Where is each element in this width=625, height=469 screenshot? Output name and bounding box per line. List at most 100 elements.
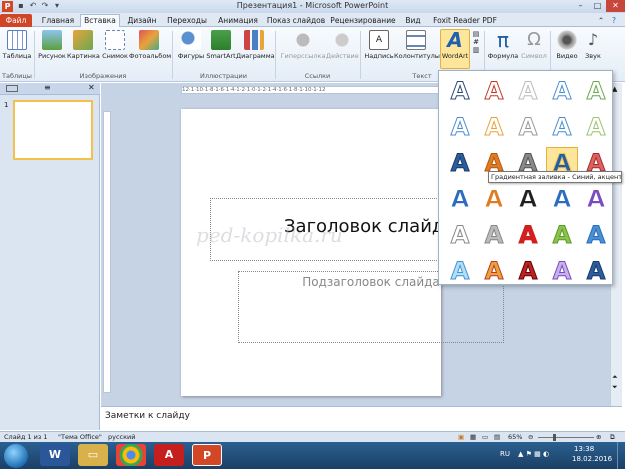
- slide-thumbnail[interactable]: [13, 100, 93, 160]
- audio-button[interactable]: ♪ Звук: [581, 30, 605, 68]
- help-icon[interactable]: ?: [608, 15, 620, 27]
- chart-button[interactable]: Диаграмма: [236, 30, 275, 68]
- wordart-style-18[interactable]: A: [513, 184, 543, 214]
- wordart-style-17[interactable]: A: [479, 184, 509, 214]
- shapes-button[interactable]: Фигуры: [176, 30, 206, 68]
- screenshot-icon: [105, 30, 125, 50]
- wordart-style-3[interactable]: A: [513, 76, 543, 106]
- tab-file[interactable]: Файл: [0, 14, 32, 27]
- maximize-button[interactable]: □: [589, 0, 606, 12]
- status-bar: Слайд 1 из 1 "Тема Office" русский ▣ ▦ ▭…: [0, 431, 625, 442]
- powerpoint-taskbar-icon[interactable]: P: [192, 444, 222, 466]
- minimize-ribbon-icon[interactable]: ⌃: [596, 15, 606, 27]
- wordart-button[interactable]: A WordArt: [440, 29, 470, 69]
- wordart-style-22[interactable]: A: [479, 220, 509, 250]
- ribbon-tabs: Файл Главная Вставка Дизайн Переходы Ани…: [0, 13, 625, 27]
- group-tables: Таблицы: [2, 72, 32, 80]
- wordart-style-6[interactable]: A: [445, 112, 475, 142]
- clipart-icon: [73, 30, 93, 50]
- slide[interactable]: Заголовок слайда Подзаголовок слайда: [181, 109, 504, 396]
- tab-design[interactable]: Дизайн: [124, 15, 160, 27]
- slides-panel-tabs: ≡ ✕: [0, 83, 100, 95]
- close-panel-icon[interactable]: ✕: [88, 83, 95, 92]
- title-bar: P ▪ ↶ ↷ ▾ Презентация1 - Microsoft Power…: [0, 0, 625, 13]
- wordart-style-1[interactable]: A: [445, 76, 475, 106]
- date-time-icon[interactable]: ▤ # ▥: [470, 30, 482, 68]
- wordart-style-11[interactable]: A: [445, 148, 475, 178]
- chart-icon: [244, 30, 264, 50]
- wordart-style-24[interactable]: A: [547, 220, 577, 250]
- outline-tab-icon[interactable]: ≡: [44, 83, 51, 92]
- tab-insert[interactable]: Вставка: [80, 14, 120, 27]
- horizontal-ruler: 12·1·10·1·8·1·6·1·4·1·2·1·0·1·2·1·4·1·6·…: [181, 86, 439, 94]
- minimize-button[interactable]: –: [572, 0, 589, 12]
- symbol-button[interactable]: Ω Символ: [520, 30, 548, 68]
- show-desktop-button[interactable]: [617, 442, 625, 469]
- clipart-button[interactable]: Картинка: [67, 30, 100, 68]
- group-illustrations: Иллюстрации: [200, 72, 247, 80]
- action-button[interactable]: Действие: [326, 30, 359, 68]
- hyperlink-button[interactable]: Гиперссылка: [280, 30, 326, 68]
- smartart-button[interactable]: SmartArt: [206, 30, 236, 68]
- wordart-style-29[interactable]: A: [547, 256, 577, 286]
- close-button[interactable]: ✕: [606, 0, 625, 12]
- window-title: Презентация1 - Microsoft PowerPoint: [236, 1, 389, 10]
- wordart-style-4[interactable]: A: [547, 76, 577, 106]
- equation-button[interactable]: π Формула: [487, 30, 519, 68]
- wordart-style-19[interactable]: A: [547, 184, 577, 214]
- wordart-style-10[interactable]: A: [581, 112, 611, 142]
- notes-pane[interactable]: Заметки к слайду: [101, 406, 622, 430]
- shapes-icon: [181, 30, 201, 50]
- tab-slideshow[interactable]: Показ слайдов: [266, 15, 326, 27]
- wordart-style-21[interactable]: A: [445, 220, 475, 250]
- word-taskbar-icon[interactable]: W: [40, 444, 70, 466]
- tray-icons[interactable]: ▲ ⚑ ▦ ◐: [518, 450, 549, 458]
- clock-time[interactable]: 13:38: [574, 445, 594, 453]
- wordart-style-8[interactable]: A: [513, 112, 543, 142]
- tab-home[interactable]: Главная: [38, 15, 78, 27]
- acrobat-taskbar-icon[interactable]: A: [154, 444, 184, 466]
- wordart-style-16[interactable]: A: [445, 184, 475, 214]
- next-slide-icon[interactable]: ⏷: [612, 383, 618, 392]
- wordart-style-9[interactable]: A: [547, 112, 577, 142]
- zoom-slider[interactable]: [538, 437, 594, 438]
- screenshot-button[interactable]: Снимок: [101, 30, 129, 68]
- video-button[interactable]: Видео: [553, 30, 581, 68]
- clock-date[interactable]: 18.02.2016: [572, 455, 612, 463]
- watermark: ped-kopilka.ru: [196, 223, 343, 247]
- wordart-tooltip: Градиентная заливка - Синий, акцент 1: [488, 171, 622, 183]
- wordart-style-2[interactable]: A: [479, 76, 509, 106]
- speaker-icon: ♪: [587, 30, 599, 49]
- tab-view[interactable]: Вид: [402, 15, 424, 27]
- prev-slide-icon[interactable]: ⏶: [612, 373, 618, 382]
- explorer-taskbar-icon[interactable]: ▭: [78, 444, 108, 466]
- wordart-style-25[interactable]: A: [581, 220, 611, 250]
- tab-foxit[interactable]: Foxit Reader PDF: [430, 15, 500, 27]
- wordart-style-23[interactable]: A: [513, 220, 543, 250]
- slides-tab-icon[interactable]: [6, 85, 18, 92]
- header-footer-button[interactable]: Колонтитулы: [394, 30, 440, 68]
- slide-number: 1: [4, 101, 9, 109]
- vertical-ruler: [103, 111, 111, 393]
- table-button[interactable]: Таблица: [2, 30, 32, 68]
- language-indicator[interactable]: RU: [500, 450, 510, 458]
- tab-animation[interactable]: Анимация: [214, 15, 262, 27]
- start-button[interactable]: [4, 444, 28, 468]
- wordart-style-20[interactable]: A: [581, 184, 611, 214]
- group-links: Ссылки: [304, 72, 331, 80]
- textbox-button[interactable]: A Надпись: [364, 30, 394, 68]
- wordart-style-26[interactable]: A: [445, 256, 475, 286]
- tab-review[interactable]: Рецензирование: [330, 15, 396, 27]
- tab-transitions[interactable]: Переходы: [164, 15, 210, 27]
- wordart-style-7[interactable]: A: [479, 112, 509, 142]
- wordart-icon: A: [447, 28, 463, 52]
- wordart-style-27[interactable]: A: [479, 256, 509, 286]
- wordart-style-28[interactable]: A: [513, 256, 543, 286]
- hyperlink-icon: [293, 30, 313, 50]
- picture-button[interactable]: Рисунок: [37, 30, 67, 68]
- chrome-taskbar-icon[interactable]: [116, 444, 146, 466]
- wordart-style-5[interactable]: A: [581, 76, 611, 106]
- wordart-style-30[interactable]: A: [581, 256, 611, 286]
- zoom-slider-thumb[interactable]: [553, 434, 556, 441]
- photo-album-button[interactable]: Фотоальбом: [129, 30, 171, 68]
